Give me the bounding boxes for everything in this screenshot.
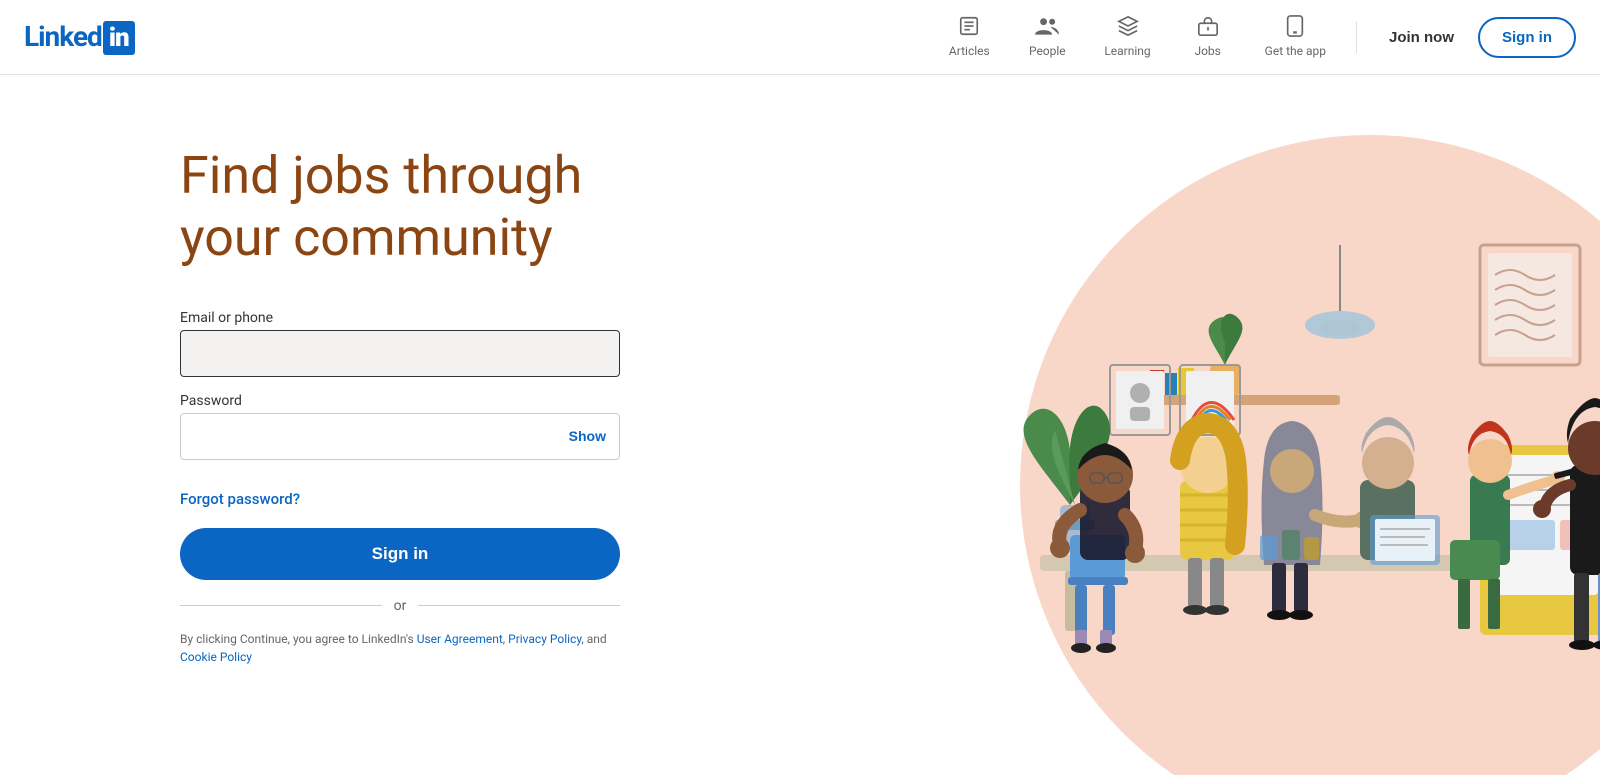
email-label: Email or phone [180, 310, 680, 326]
app-icon [1285, 15, 1305, 42]
password-input[interactable] [180, 413, 620, 460]
hero-illustration [860, 95, 1600, 775]
legal-prefix: By clicking Continue, you agree to Linke… [180, 632, 417, 646]
or-divider: or [180, 598, 620, 614]
nav-item-people[interactable]: People [1012, 7, 1082, 68]
join-now-button[interactable]: Join now [1373, 21, 1470, 54]
password-label: Password [180, 393, 680, 409]
left-panel: Find jobs through your community Email o… [180, 135, 680, 666]
email-form-group: Email or phone [180, 310, 680, 377]
articles-icon [958, 15, 980, 42]
password-form-group: Password Show [180, 393, 680, 460]
privacy-policy-link[interactable]: Privacy Policy [508, 632, 581, 646]
nav-item-jobs[interactable]: Jobs [1173, 7, 1243, 68]
show-password-button[interactable]: Show [569, 428, 606, 444]
nav-item-get-app[interactable]: Get the app [1251, 7, 1340, 68]
sign-in-submit-button[interactable]: Sign in [180, 528, 620, 580]
main-nav: Articles People Learning [934, 7, 1576, 68]
nav-people-label: People [1029, 44, 1066, 58]
main-content: Find jobs through your community Email o… [0, 75, 1600, 775]
email-input[interactable] [180, 330, 620, 377]
nav-jobs-label: Jobs [1194, 44, 1220, 58]
jobs-icon [1197, 15, 1219, 42]
legal-text: By clicking Continue, you agree to Linke… [180, 630, 620, 666]
or-label: or [382, 598, 419, 614]
password-wrapper: Show [180, 413, 620, 460]
hero-title: Find jobs through your community [180, 145, 680, 270]
forgot-password-link[interactable]: Forgot password? [180, 490, 300, 508]
cookie-policy-link[interactable]: Cookie Policy [180, 650, 252, 664]
nav-learning-label: Learning [1104, 44, 1150, 58]
nav-item-learning[interactable]: Learning [1090, 7, 1164, 68]
nav-divider [1356, 21, 1357, 53]
illustration-svg [920, 155, 1600, 775]
sign-in-header-button[interactable]: Sign in [1478, 17, 1576, 58]
nav-item-articles[interactable]: Articles [934, 7, 1004, 68]
learning-icon [1117, 15, 1139, 42]
people-icon [1035, 15, 1059, 42]
nav-get-app-label: Get the app [1265, 44, 1326, 58]
logo-text: Linkedin [24, 20, 135, 55]
user-agreement-link[interactable]: User Agreement [417, 632, 503, 646]
nav-articles-label: Articles [949, 44, 990, 58]
linkedin-logo[interactable]: Linkedin [24, 20, 135, 55]
